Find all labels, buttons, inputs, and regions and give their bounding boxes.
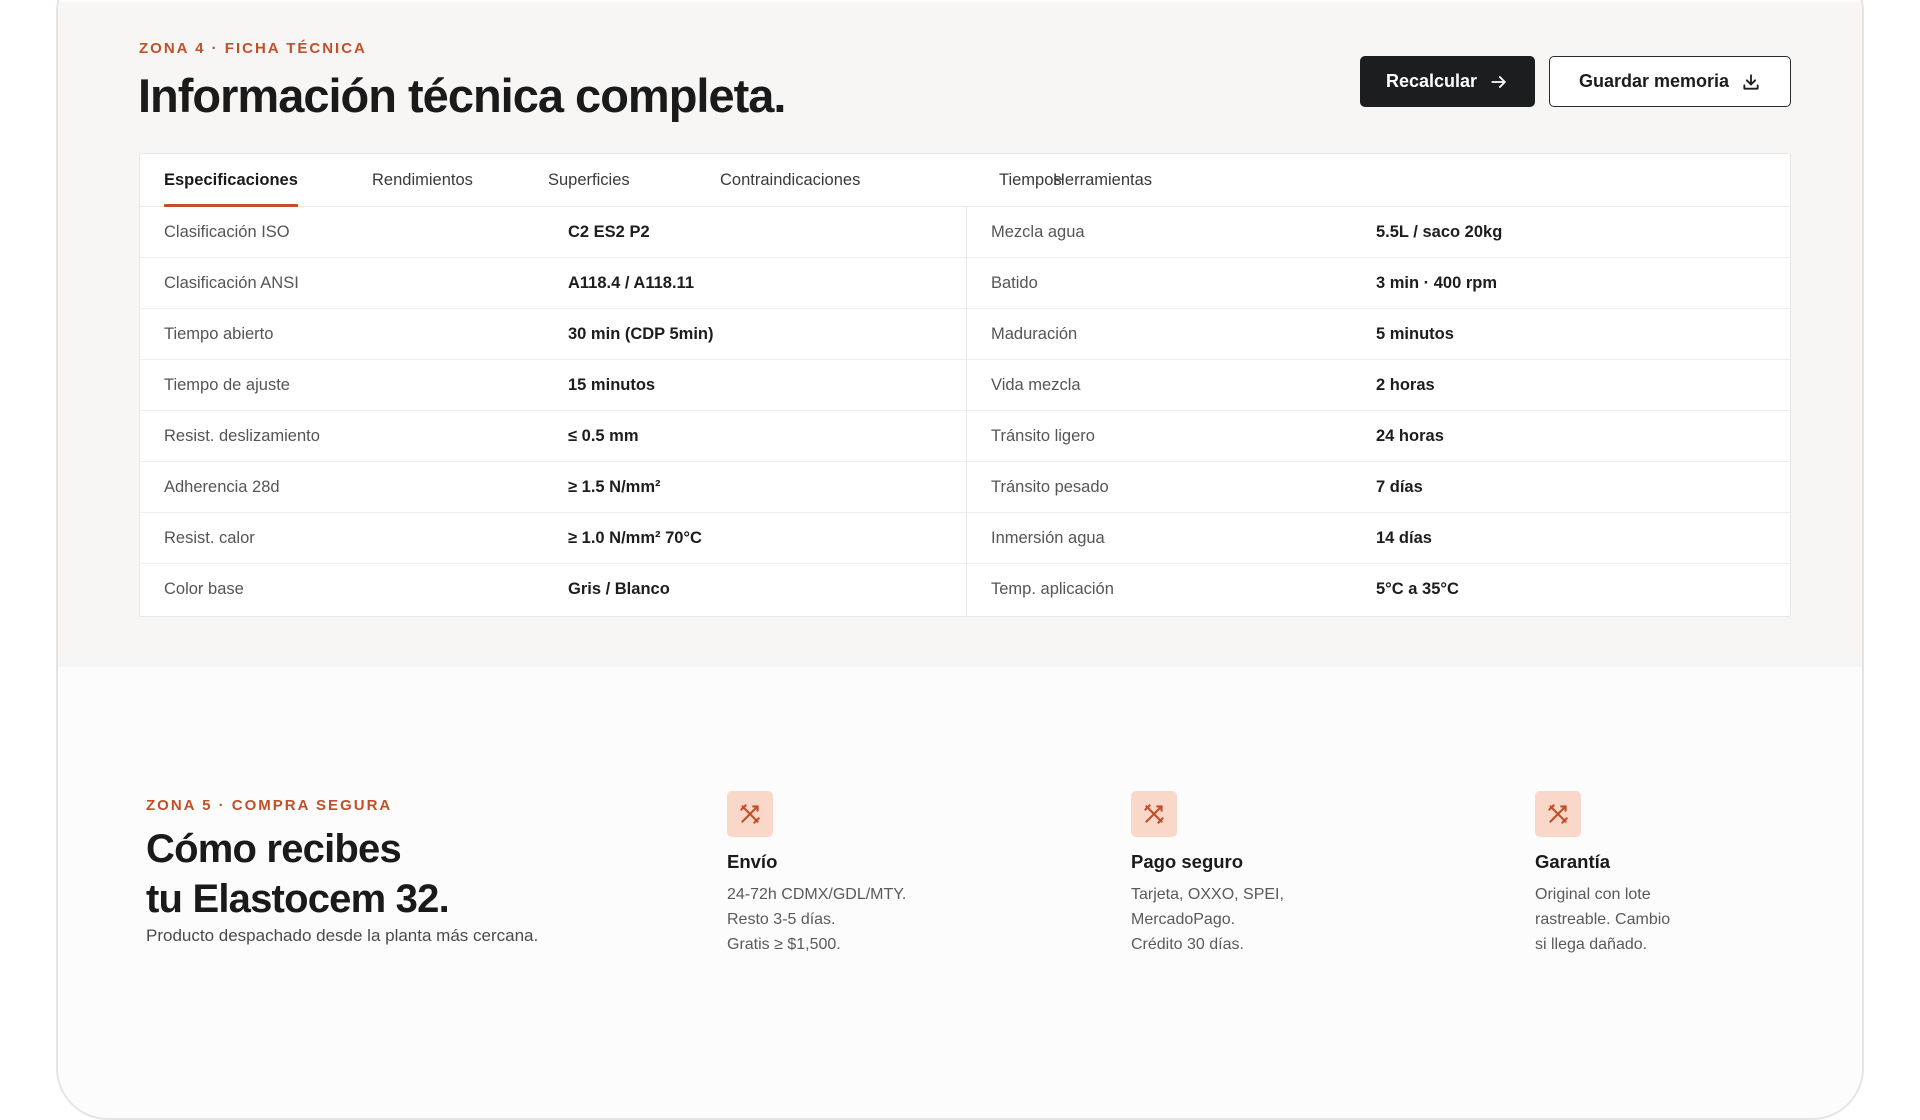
row-label: Resist. deslizamiento bbox=[164, 426, 320, 445]
table-row: Tránsito ligero 24 horas bbox=[967, 411, 1792, 462]
feature-text: MercadoPago. bbox=[1131, 911, 1236, 928]
table-row: Clasificación ANSI A118.4 / A118.11 bbox=[140, 258, 966, 309]
row-label: Clasificación ANSI bbox=[164, 273, 299, 292]
zone4-title: Información técnica completa. bbox=[138, 69, 786, 122]
row-label: Tránsito ligero bbox=[991, 426, 1095, 445]
row-value: 30 min (CDP 5min) bbox=[568, 324, 714, 343]
zone5-eyebrow: ZONA 5 · COMPRA SEGURA bbox=[146, 797, 393, 814]
row-label: Mezcla agua bbox=[991, 222, 1085, 241]
row-value: 14 días bbox=[1376, 528, 1432, 547]
feature-text: Resto 3-5 días. bbox=[727, 911, 836, 928]
tab-superficies[interactable]: Superficies bbox=[548, 154, 630, 207]
row-value: 24 horas bbox=[1376, 426, 1444, 445]
row-label: Color base bbox=[164, 580, 244, 598]
feature-text: Tarjeta, OXXO, SPEI, bbox=[1131, 886, 1284, 903]
row-label: Resist. calor bbox=[164, 528, 255, 547]
table-row: Resist. deslizamiento ≤ 0.5 mm bbox=[140, 411, 966, 462]
row-value: 5 minutos bbox=[1376, 324, 1454, 343]
zone-technical-sheet: ZONA 4 · FICHA TÉCNICA Información técni… bbox=[58, 2, 1862, 667]
row-label: Clasificación ISO bbox=[164, 222, 290, 241]
table-row: Maduración 5 minutos bbox=[967, 309, 1792, 360]
row-label: Adherencia 28d bbox=[164, 477, 280, 496]
feature-title: Pago seguro bbox=[1131, 851, 1244, 872]
row-label: Tiempo abierto bbox=[164, 324, 274, 343]
save-memory-button[interactable]: Guardar memoria bbox=[1549, 56, 1791, 107]
feature-shipping: Envío 24-72h CDMX/GDL/MTY. Resto 3-5 día… bbox=[727, 791, 1027, 957]
table-row: Batido 3 min · 400 rpm bbox=[967, 258, 1792, 309]
table-row: Clasificación ISO C2 ES2 P2 bbox=[140, 207, 966, 258]
table-row: Temp. aplicación 5°C a 35°C bbox=[967, 564, 1792, 615]
tab-rendimientos[interactable]: Rendimientos bbox=[372, 154, 473, 207]
save-memory-label: Guardar memoria bbox=[1578, 71, 1730, 91]
zone5-title-line2: tu Elastocem 32. bbox=[146, 877, 450, 921]
row-value: 5.5L / saco 20kg bbox=[1376, 222, 1503, 241]
feature-text: 24-72h CDMX/GDL/MTY. bbox=[727, 886, 907, 903]
row-value: 2 horas bbox=[1376, 375, 1435, 394]
page-frame: ZONA 4 · FICHA TÉCNICA Información técni… bbox=[56, 0, 1864, 1120]
row-label: Maduración bbox=[991, 324, 1078, 343]
table-row: Inmersión agua 14 días bbox=[967, 513, 1792, 564]
zone5-subtitle: Producto despachado desde la planta más … bbox=[146, 926, 539, 945]
row-label: Tiempo de ajuste bbox=[164, 375, 290, 394]
table-row: Color base Gris / Blanco bbox=[140, 564, 966, 615]
row-value: C2 ES2 P2 bbox=[568, 222, 650, 241]
table-row: Resist. calor ≥ 1.0 N/mm² 70°C bbox=[140, 513, 966, 564]
feature-text: Crédito 30 días. bbox=[1131, 936, 1244, 953]
feature-text: Original con lote bbox=[1535, 886, 1651, 903]
feature-warranty: Garantía Original con lote rastreable. C… bbox=[1535, 791, 1835, 957]
row-value: ≤ 0.5 mm bbox=[568, 426, 639, 445]
row-label: Batido bbox=[991, 273, 1038, 292]
feature-text: si llega dañado. bbox=[1535, 936, 1648, 953]
tools-icon bbox=[1131, 791, 1177, 837]
tools-icon bbox=[1535, 791, 1581, 837]
feature-title: Garantía bbox=[1535, 851, 1611, 872]
spec-tabs: Especificaciones Rendimientos Superficie… bbox=[140, 154, 1790, 207]
row-label: Temp. aplicación bbox=[991, 580, 1114, 598]
tools-icon bbox=[727, 791, 773, 837]
row-value: 3 min · 400 rpm bbox=[1376, 273, 1498, 292]
table-row: Tiempo de ajuste 15 minutos bbox=[140, 360, 966, 411]
feature-secure-payment: Pago seguro Tarjeta, OXXO, SPEI, Mercado… bbox=[1131, 791, 1431, 957]
zone4-eyebrow: ZONA 4 · FICHA TÉCNICA bbox=[139, 40, 367, 57]
row-value: 7 días bbox=[1376, 477, 1423, 496]
row-label: Inmersión agua bbox=[991, 528, 1105, 547]
tab-especificaciones[interactable]: Especificaciones bbox=[164, 154, 298, 207]
row-value: 5°C a 35°C bbox=[1376, 580, 1459, 598]
zone5-title: Cómo recibes tu Elastocem 32. bbox=[146, 824, 706, 924]
row-value: Gris / Blanco bbox=[568, 580, 670, 598]
row-value: ≥ 1.0 N/mm² 70°C bbox=[568, 528, 702, 547]
table-row: Vida mezcla 2 horas bbox=[967, 360, 1792, 411]
table-row: Mezcla agua 5.5L / saco 20kg bbox=[967, 207, 1792, 258]
zone5-title-line1: Cómo recibes bbox=[146, 827, 402, 871]
row-label: Tránsito pesado bbox=[991, 477, 1109, 496]
download-icon bbox=[1743, 73, 1759, 90]
row-value: 15 minutos bbox=[568, 375, 656, 394]
table-row: Tránsito pesado 7 días bbox=[967, 462, 1792, 513]
table-row: Tiempo abierto 30 min (CDP 5min) bbox=[140, 309, 966, 360]
feature-text: rastreable. Cambio bbox=[1535, 911, 1671, 928]
feature-text: Gratis ≥ $1,500. bbox=[727, 936, 841, 953]
table-row: Adherencia 28d ≥ 1.5 N/mm² bbox=[140, 462, 966, 513]
tab-contraindicaciones[interactable]: Contraindicaciones bbox=[720, 154, 860, 207]
spec-card: Especificaciones Rendimientos Superficie… bbox=[139, 153, 1792, 617]
feature-title: Envío bbox=[727, 851, 778, 872]
row-label: Vida mezcla bbox=[991, 375, 1081, 394]
zone-secure-purchase: ZONA 5 · COMPRA SEGURA Cómo recibes tu E… bbox=[58, 667, 1862, 1118]
row-value: A118.4 / A118.11 bbox=[568, 273, 694, 292]
recalculate-button[interactable]: Recalcular bbox=[1360, 56, 1535, 107]
recalculate-label: Recalcular bbox=[1385, 71, 1478, 91]
tab-herramientas[interactable]: Herramientas bbox=[1053, 154, 1152, 207]
arrow-right-icon bbox=[1491, 75, 1506, 88]
row-value: ≥ 1.5 N/mm² bbox=[568, 477, 661, 496]
